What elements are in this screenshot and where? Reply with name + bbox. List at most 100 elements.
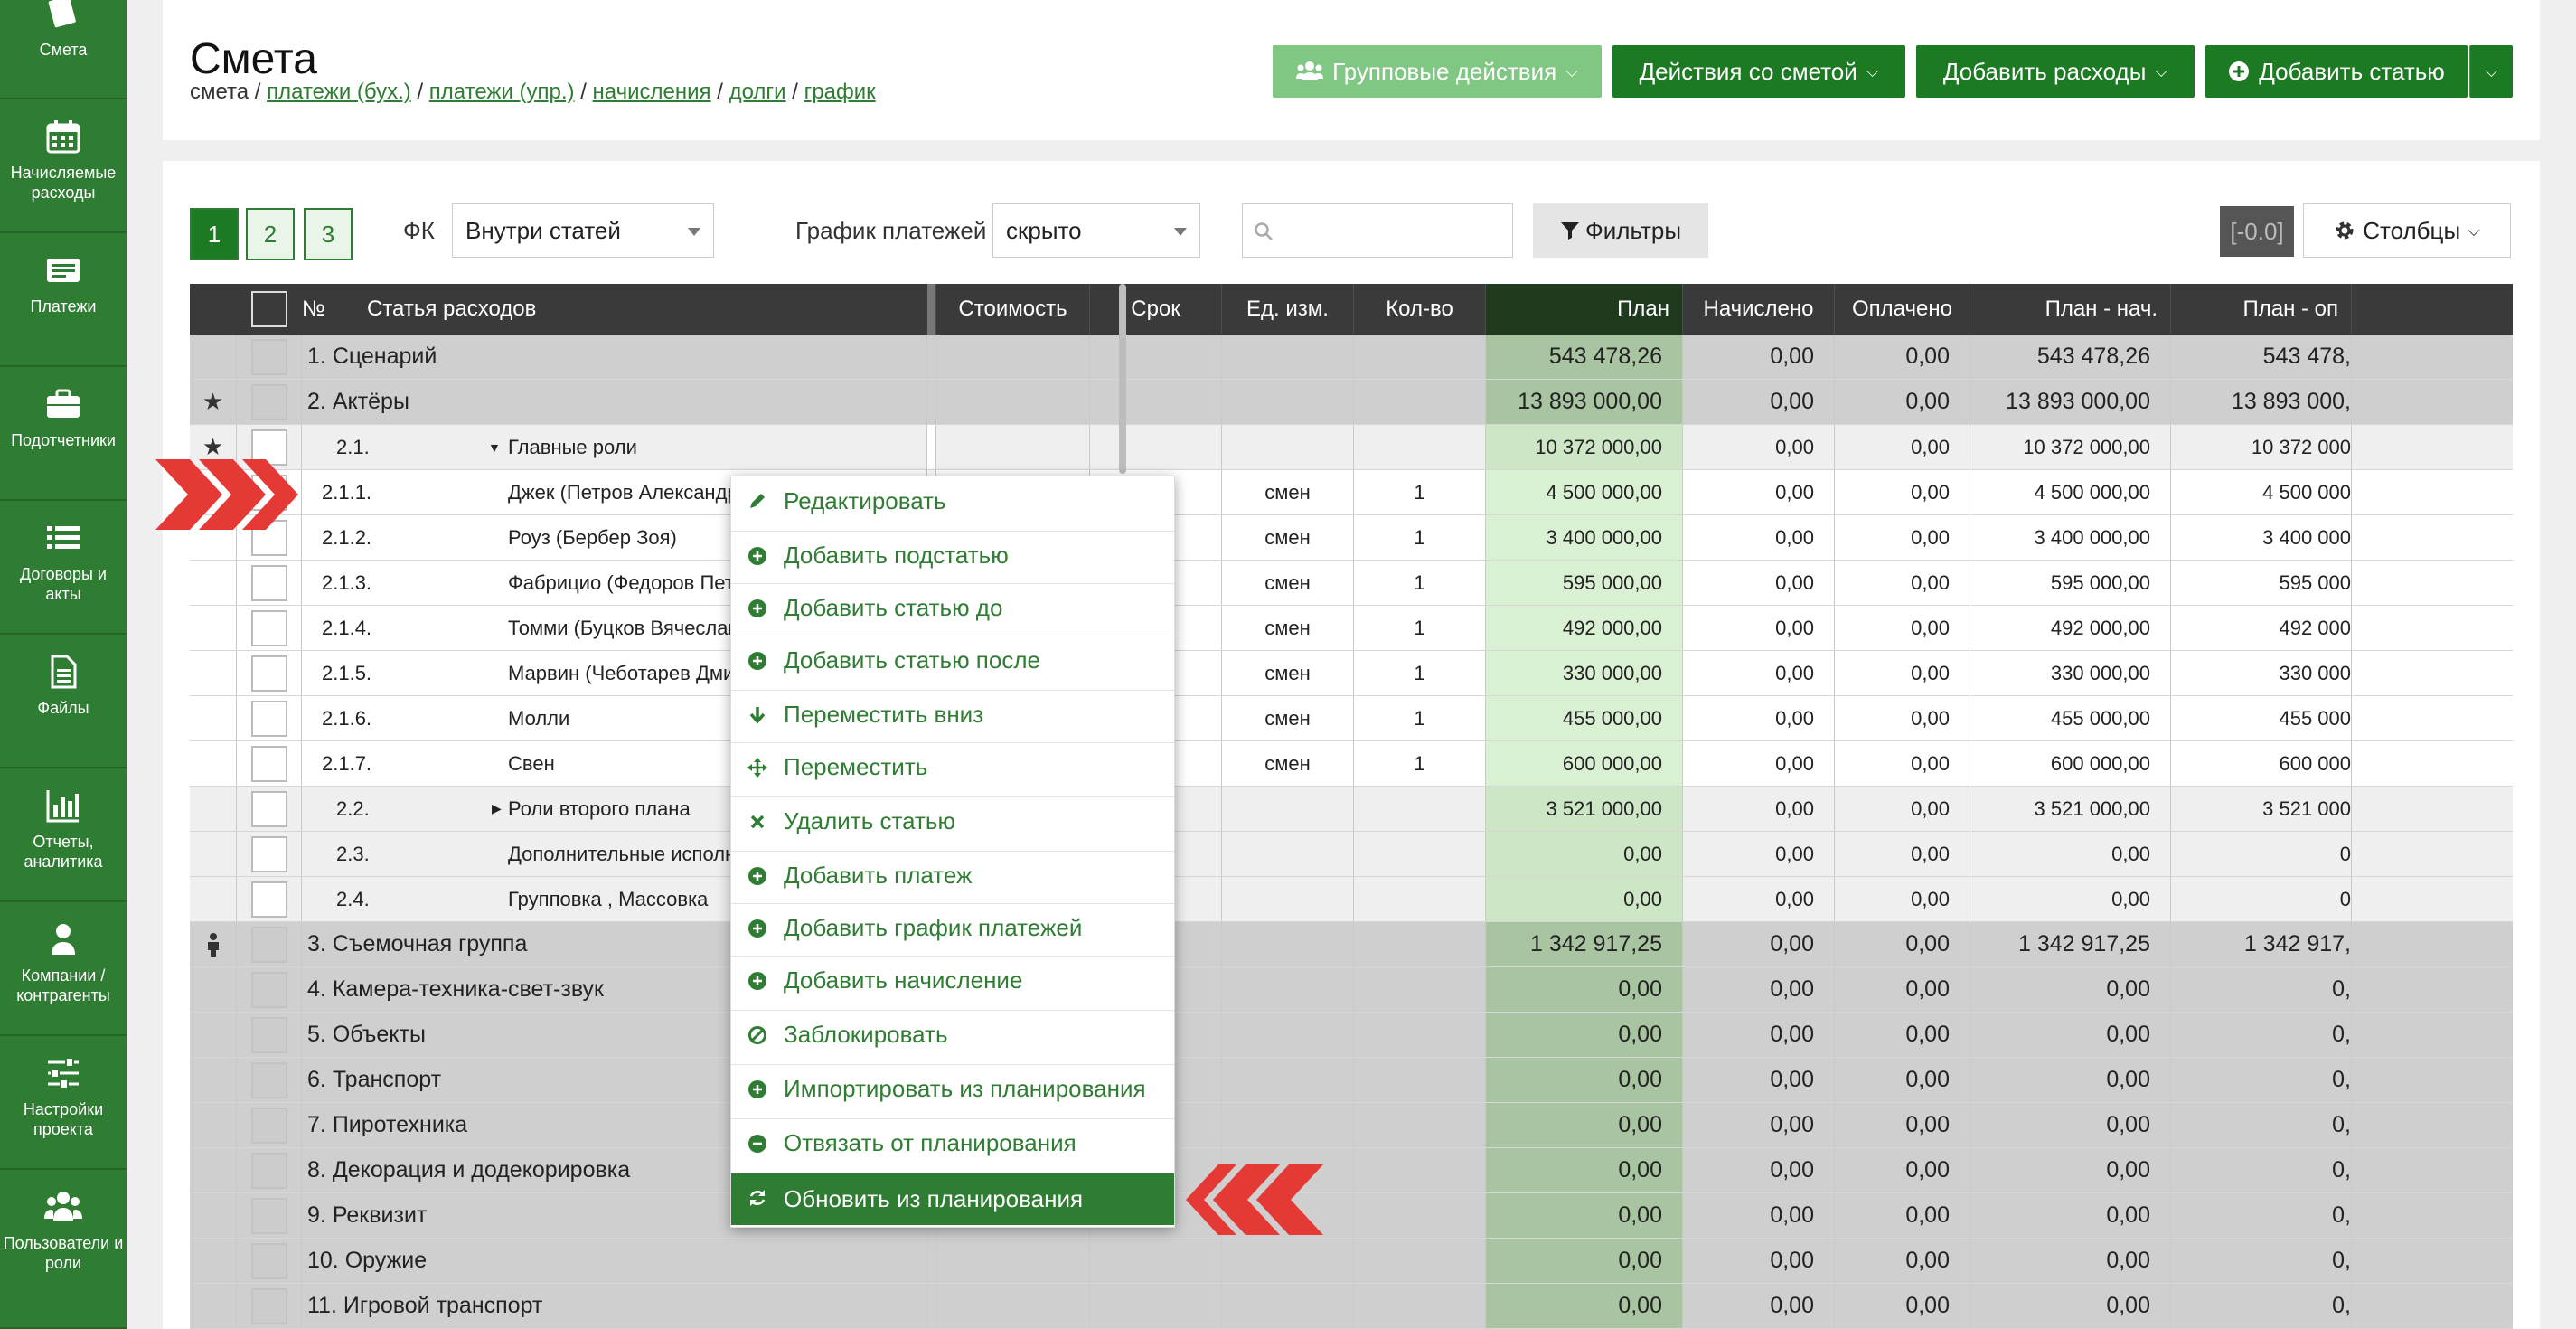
row-checkbox[interactable] <box>250 564 287 601</box>
col-header-qty[interactable]: Кол-во <box>1354 284 1486 335</box>
menu-item-10[interactable]: Заблокировать <box>731 1010 1174 1059</box>
row-checkbox[interactable] <box>250 338 287 375</box>
menu-item-12[interactable]: Отвязать от планирования <box>731 1118 1174 1167</box>
col-header-name[interactable]: Статья расходов <box>367 284 909 335</box>
sidebar-item-7[interactable]: Компании / контрагенты <box>0 902 127 1036</box>
table-row[interactable]: 2.1.3.Фабрицио (Федоров Петр)85 000,007с… <box>190 561 2513 606</box>
row-checkbox[interactable] <box>250 881 287 918</box>
add-item-button[interactable]: Добавить статью <box>2205 45 2468 98</box>
col-header-unit[interactable]: Ед. изм. <box>1222 284 1354 335</box>
breadcrumb-link-schedule[interactable]: график <box>804 80 876 104</box>
page-2-button[interactable]: 2 <box>246 208 295 260</box>
sidebar-item-1[interactable]: Начисляемые расходы <box>0 99 127 233</box>
menu-item-6[interactable]: Удалить статью <box>731 796 1174 845</box>
menu-item-1[interactable]: Добавить подстатью <box>731 531 1174 580</box>
caret-right-icon[interactable]: ▶ <box>492 801 502 816</box>
table-row[interactable]: ★ 2.1. ▼ Главные роли 10 372 000,00 0,00 0,00 1… <box>190 425 2513 470</box>
row-checkbox[interactable] <box>250 835 287 872</box>
col-header-plan_acc[interactable]: План - нач. <box>1970 284 2171 335</box>
menu-item-4[interactable]: Переместить вниз <box>731 690 1174 739</box>
menu-item-9[interactable]: Добавить начисление <box>731 956 1174 1004</box>
table-row[interactable]: 6. Транспорт 0,00 0,00 0,00 0,00 0, <box>190 1058 2513 1103</box>
add-expenses-button[interactable]: Добавить расходы ⌵ <box>1916 45 2195 98</box>
menu-item-3[interactable]: Добавить статью после <box>731 636 1174 684</box>
col-header-num[interactable]: № <box>302 284 353 335</box>
sidebar-item-8[interactable]: Настройки проекта <box>0 1036 127 1170</box>
row-checkbox[interactable] <box>250 1197 287 1234</box>
sidebar-item-0[interactable]: Смета <box>0 0 127 99</box>
row-checkbox[interactable] <box>250 700 287 737</box>
sidebar-item-6[interactable]: Отчеты, аналитика <box>0 768 127 902</box>
menu-item-2[interactable]: Добавить статью до <box>731 583 1174 632</box>
col-header-accrued[interactable]: Начислено <box>1683 284 1835 335</box>
search-input[interactable] <box>1242 203 1513 258</box>
page-3-button[interactable]: 3 <box>304 208 353 260</box>
row-checkbox[interactable] <box>250 1016 287 1053</box>
fk-select[interactable]: Внутри статей <box>452 203 714 258</box>
table-row[interactable]: 2.1.4.Томми (Буцков Вячеслав)23 000,004с… <box>190 606 2513 651</box>
row-checkbox[interactable] <box>250 790 287 827</box>
table-row[interactable]: 2.1.7.Свен75 000,008смен1600 000,000,000… <box>190 741 2513 787</box>
table-row[interactable]: 2.2. ▶ Роли второго плана 3 521 000,00 0,00 0… <box>190 787 2513 832</box>
row-checkbox[interactable] <box>250 1242 287 1279</box>
menu-item-7[interactable]: Добавить платеж <box>731 851 1174 900</box>
table-row[interactable]: ★ 2. Актёры 13 893 000,00 0,00 0,00 13 893 00… <box>190 380 2513 425</box>
table-row[interactable]: 4. Камера-техника-свет-звук 0,00 0,00 0,00 0… <box>190 967 2513 1013</box>
menu-item-0[interactable]: Редактировать <box>731 476 1174 525</box>
table-scrollbar[interactable] <box>1119 284 1126 474</box>
page-1-button[interactable]: 1 <box>190 208 239 260</box>
table-row[interactable]: 8. Декорация и додекорировка 0,00 0,00 0,00… <box>190 1148 2513 1193</box>
row-checkbox[interactable] <box>250 1061 287 1098</box>
col-header-term[interactable]: Срок <box>1090 284 1222 335</box>
sidebar-item-9[interactable]: Пользователи и роли <box>0 1170 127 1329</box>
table-row[interactable]: 1. Сценарий 543 478,26 0,00 0,00 543 478,26 5… <box>190 335 2513 380</box>
breadcrumb-link-payments-accounting[interactable]: платежи (бух.) <box>267 80 411 104</box>
zero-toggle-button[interactable]: [-0.0] <box>2220 206 2294 257</box>
row-checkbox[interactable] <box>250 971 287 1008</box>
col-header-paid[interactable]: Оплачено <box>1835 284 1970 335</box>
sidebar-item-5[interactable]: Файлы <box>0 635 127 768</box>
menu-item-5[interactable]: Переместить <box>731 742 1174 791</box>
menu-item-13[interactable]: Обновить из планирования <box>731 1173 1174 1225</box>
table-row[interactable]: 2.1.5.Марвин (Чеботарев Дмитрий)10 000,0… <box>190 651 2513 696</box>
row-checkbox[interactable] <box>250 655 287 692</box>
menu-item-8[interactable]: Добавить график платежей <box>731 903 1174 952</box>
payment-schedule-select[interactable]: скрыто <box>992 203 1200 258</box>
row-checkbox[interactable] <box>250 1152 287 1189</box>
sidebar-item-4[interactable]: Договоры и акты <box>0 501 127 635</box>
add-item-dropdown-toggle[interactable]: ⌵ <box>2469 45 2513 98</box>
table-row[interactable]: 11. Игровой транспорт 0,00 0,00 0,00 0,00 0, <box>190 1284 2513 1329</box>
breadcrumb-link-accruals[interactable]: начисления <box>593 80 711 104</box>
col-header-plan[interactable]: План <box>1486 284 1683 335</box>
table-row[interactable]: 2.4. Групповка , Массовка 0,00 0,00 0,00 0,00… <box>190 877 2513 922</box>
row-checkbox[interactable] <box>250 1107 287 1144</box>
estimate-actions-button[interactable]: Действия со сметой ⌵ <box>1612 45 1905 98</box>
cell-plan: 0,00 <box>1486 1103 1683 1147</box>
table-row[interactable]: 10. Оружие 0,00 0,00 0,00 0,00 0, <box>190 1239 2513 1284</box>
table-row[interactable]: 9. Реквизит 0,00 0,00 0,00 0,00 0, <box>190 1193 2513 1239</box>
table-row[interactable]: 3. Съемочная группа 1 342 917,25 0,00 0,00 1… <box>190 922 2513 967</box>
filters-button[interactable]: Фильтры <box>1533 203 1708 258</box>
table-row[interactable]: 2.1.1.Джек (Петров Александр)00 000,0015… <box>190 470 2513 515</box>
group-actions-button[interactable]: Групповые действия ⌵ <box>1273 45 1602 98</box>
row-checkbox[interactable] <box>250 1287 287 1324</box>
menu-item-11[interactable]: Импортировать из планирования <box>731 1064 1174 1113</box>
breadcrumb-link-debts[interactable]: долги <box>729 80 786 104</box>
table-row[interactable]: 2.1.2.Роуз (Бербер Зоя)40 000,0010смен13… <box>190 515 2513 561</box>
row-checkbox[interactable] <box>250 745 287 782</box>
row-checkbox[interactable] <box>250 926 287 963</box>
row-checkbox[interactable] <box>250 383 287 420</box>
select-all-checkbox[interactable] <box>251 291 287 327</box>
col-header-plan_paid[interactable]: План - оп <box>2171 284 2352 335</box>
caret-down-icon[interactable]: ▼ <box>488 440 501 455</box>
columns-button[interactable]: Столбцы ⌵ <box>2303 203 2511 258</box>
row-checkbox[interactable] <box>250 609 287 646</box>
table-row[interactable]: 2.3. Дополнительные исполнители 0,00 0,00 0,… <box>190 832 2513 877</box>
table-row[interactable]: 7. Пиротехника 0,00 0,00 0,00 0,00 0, <box>190 1103 2513 1148</box>
table-row[interactable]: 2.1.6.Молли65 000,007смен1455 000,000,00… <box>190 696 2513 741</box>
table-row[interactable]: 5. Объекты 0,00 0,00 0,00 0,00 0, <box>190 1013 2513 1058</box>
sidebar-item-3[interactable]: Подотчетники <box>0 367 127 501</box>
col-header-cost[interactable]: Стоимость <box>936 284 1090 335</box>
breadcrumb-link-payments-management[interactable]: платежи (упр.) <box>429 80 575 104</box>
sidebar-item-2[interactable]: Платежи <box>0 233 127 367</box>
